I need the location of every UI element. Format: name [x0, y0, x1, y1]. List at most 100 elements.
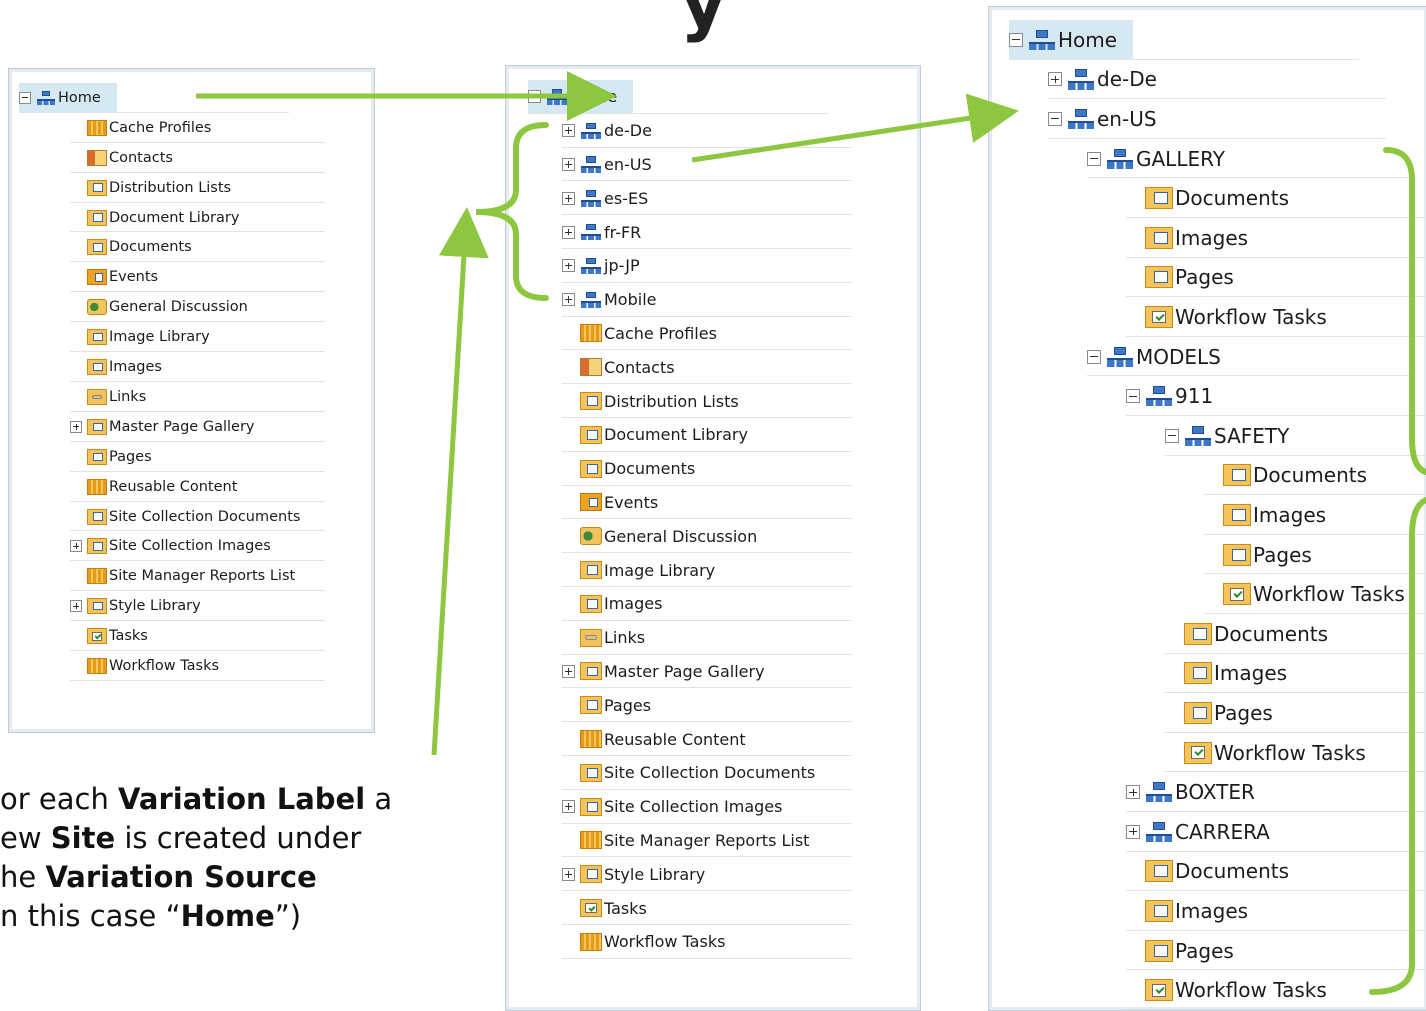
- tree-node[interactable]: en-US: [1048, 99, 1387, 139]
- collapse-icon[interactable]: [1087, 151, 1101, 166]
- tree-node[interactable]: Site Collection Images: [562, 790, 852, 824]
- tree-node[interactable]: General Discussion: [70, 292, 325, 323]
- collapse-icon[interactable]: [528, 90, 541, 104]
- list-icon: [580, 324, 602, 343]
- expand-icon[interactable]: [562, 259, 575, 273]
- collapse-icon[interactable]: [1087, 349, 1101, 364]
- tree-node[interactable]: Images: [70, 352, 325, 382]
- tree-node[interactable]: Pages: [1126, 258, 1426, 298]
- tree-node[interactable]: Contacts: [562, 350, 852, 385]
- tree-node[interactable]: Cache Profiles: [562, 317, 852, 351]
- tree-node[interactable]: Home: [1009, 20, 1359, 60]
- tree-node[interactable]: SAFETY: [1165, 416, 1426, 456]
- tree-node[interactable]: es-ES: [562, 181, 852, 216]
- tree-node[interactable]: Links: [70, 382, 325, 412]
- tree-node-label: Images: [1214, 661, 1288, 686]
- tree-node[interactable]: Site Collection Images: [70, 532, 325, 562]
- tree-node[interactable]: Style Library: [70, 591, 325, 622]
- tree-node[interactable]: Images: [1165, 654, 1426, 694]
- callout-line-4: n this case “Home”): [0, 899, 302, 933]
- expand-icon[interactable]: [562, 867, 575, 881]
- tree-node[interactable]: Image Library: [70, 322, 325, 353]
- tree-node[interactable]: Pages: [70, 442, 325, 472]
- tree-node[interactable]: en-US: [562, 148, 852, 182]
- tree-node[interactable]: BOXTER: [1126, 772, 1426, 812]
- expand-icon[interactable]: [70, 540, 82, 553]
- collapse-icon[interactable]: [1009, 32, 1023, 47]
- collapse-icon[interactable]: [1165, 428, 1179, 443]
- expand-icon[interactable]: [562, 191, 575, 205]
- tree-node[interactable]: Workflow Tasks: [70, 651, 325, 681]
- tree-node[interactable]: Pages: [1204, 535, 1426, 575]
- tree-node[interactable]: Images: [562, 587, 852, 621]
- expand-icon[interactable]: [70, 420, 82, 433]
- tree-node[interactable]: Distribution Lists: [562, 384, 852, 418]
- tree-node[interactable]: Events: [70, 262, 325, 293]
- tree-node[interactable]: Tasks: [70, 621, 325, 652]
- tree-node[interactable]: Home: [528, 80, 828, 114]
- expand-icon[interactable]: [562, 800, 575, 814]
- tree-node[interactable]: GALLERY: [1087, 139, 1414, 179]
- collapse-icon[interactable]: [19, 91, 31, 104]
- tree-node[interactable]: Pages: [562, 688, 852, 723]
- tree-node[interactable]: Distribution Lists: [70, 173, 325, 203]
- expand-icon[interactable]: [562, 293, 575, 307]
- tree-node[interactable]: Links: [562, 621, 852, 655]
- expand-icon[interactable]: [562, 157, 575, 171]
- expand-icon[interactable]: [1126, 824, 1140, 839]
- tree-node[interactable]: Contacts: [70, 143, 325, 173]
- tree-node[interactable]: Site Collection Documents: [562, 756, 852, 790]
- expand-icon[interactable]: [70, 600, 82, 613]
- tree-node[interactable]: Tasks: [562, 891, 852, 925]
- tree-node[interactable]: Workflow Tasks: [1204, 574, 1426, 614]
- document-library-icon: [1184, 622, 1212, 645]
- tree-node[interactable]: Master Page Gallery: [562, 655, 852, 689]
- tree-node[interactable]: Cache Profiles: [70, 113, 325, 143]
- tree-node[interactable]: MODELS: [1087, 337, 1414, 377]
- tree-node[interactable]: Documents: [70, 233, 325, 263]
- expand-icon[interactable]: [562, 124, 575, 138]
- collapse-icon[interactable]: [1126, 389, 1140, 404]
- document-library-icon: [1223, 464, 1251, 487]
- tree-node[interactable]: Style Library: [562, 857, 852, 892]
- tree-node[interactable]: Documents: [1126, 852, 1426, 892]
- tree-node[interactable]: Master Page Gallery: [70, 412, 325, 442]
- expand-icon[interactable]: [1126, 785, 1140, 800]
- expand-icon[interactable]: [562, 225, 575, 239]
- expand-icon[interactable]: [1048, 72, 1062, 87]
- tree-node[interactable]: Images: [1126, 891, 1426, 931]
- tree-node[interactable]: Workflow Tasks: [1126, 970, 1426, 1010]
- tree-node[interactable]: Pages: [1165, 693, 1426, 733]
- tree-node[interactable]: Home: [19, 83, 289, 113]
- tree-node[interactable]: de-De: [1048, 60, 1387, 100]
- tree-node[interactable]: Reusable Content: [562, 722, 852, 756]
- tree-node[interactable]: Image Library: [562, 553, 852, 587]
- tree-node[interactable]: General Discussion: [562, 519, 852, 554]
- tree-node[interactable]: Documents: [1204, 456, 1426, 496]
- tree-node[interactable]: Documents: [1165, 614, 1426, 654]
- tree-node[interactable]: fr-FR: [562, 215, 852, 249]
- tree-node[interactable]: Documents: [562, 452, 852, 486]
- tree-node[interactable]: Reusable Content: [70, 472, 325, 502]
- tree-node[interactable]: jp-JP: [562, 249, 852, 283]
- tree-panel-en-us-expanded: Home de-De en-US GALLERY Documents Images Page…: [988, 6, 1426, 1011]
- tree-node[interactable]: Site Manager Reports List: [562, 824, 852, 858]
- tree-node[interactable]: Images: [1204, 495, 1426, 535]
- tree-node[interactable]: Site Manager Reports List: [70, 561, 325, 592]
- tree-node[interactable]: Documents: [1126, 178, 1426, 218]
- tree-node[interactable]: Events: [562, 486, 852, 520]
- tree-node[interactable]: Document Library: [70, 203, 325, 233]
- tree-node[interactable]: de-De: [562, 114, 852, 148]
- tree-node[interactable]: Site Collection Documents: [70, 502, 325, 532]
- tree-node[interactable]: Workflow Tasks: [562, 925, 852, 959]
- expand-icon[interactable]: [562, 664, 575, 678]
- tree-node[interactable]: Workflow Tasks: [1126, 297, 1426, 337]
- tree-node[interactable]: Mobile: [562, 283, 852, 317]
- tree-node[interactable]: 911: [1126, 376, 1426, 416]
- tree-node[interactable]: Document Library: [562, 418, 852, 452]
- tree-node[interactable]: Images: [1126, 218, 1426, 258]
- tree-node[interactable]: Workflow Tasks: [1165, 733, 1426, 773]
- tree-node[interactable]: CARRERA: [1126, 812, 1426, 852]
- collapse-icon[interactable]: [1048, 111, 1062, 126]
- tree-node[interactable]: Pages: [1126, 931, 1426, 971]
